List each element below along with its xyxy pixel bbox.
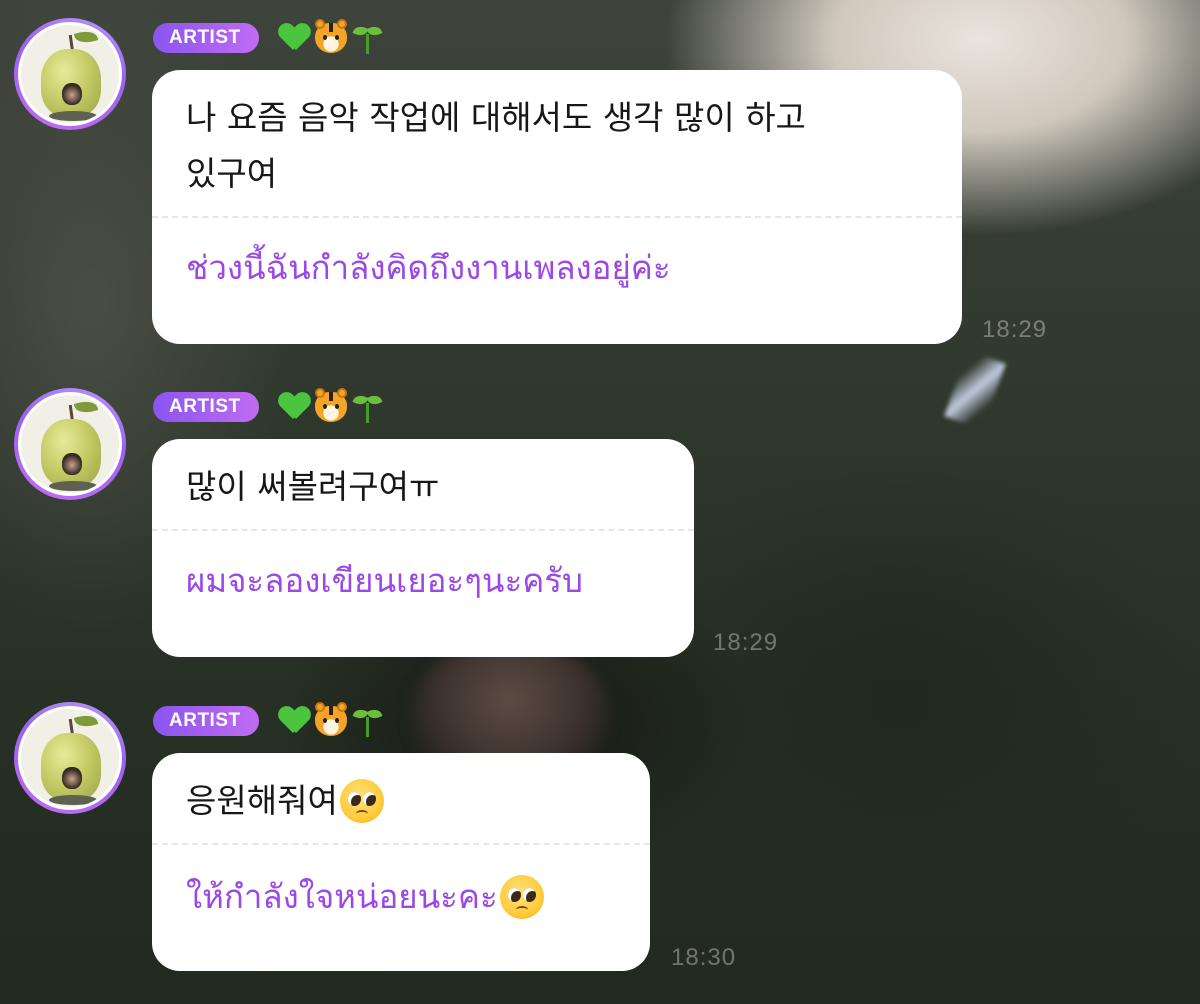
tiger-face-icon: [314, 388, 347, 422]
message-bubble[interactable]: 많이 써볼려구여ㅠ ผมจะลองเขียนเยอะๆนะครับ: [152, 439, 694, 657]
green-heart-icon: [279, 393, 309, 421]
original-text: 응원해줘여: [186, 773, 616, 843]
artist-avatar[interactable]: [14, 388, 126, 500]
seedling-icon: [352, 391, 383, 423]
message-timestamp: 18:29: [982, 316, 1048, 343]
pleading-face-icon: [499, 875, 544, 919]
translation-text-line: ให้กำลังใจหน่อยนะคะ: [186, 877, 498, 916]
translation-text: ผมจะลองเขียนเยอะๆนะครับ: [186, 561, 583, 600]
tiger-face-icon: [314, 19, 347, 53]
avatar-image: [18, 392, 122, 496]
tiger-face-icon: [314, 702, 347, 736]
original-text-line: 있구여: [186, 154, 278, 193]
green-heart-icon: [279, 24, 309, 52]
avatar-image: [18, 22, 122, 126]
seedling-icon: [352, 22, 383, 54]
original-text-line: 나 요즘 음악 작업에 대해서도 생각 많이 하고: [186, 98, 806, 137]
artist-badge: ARTIST: [153, 706, 259, 736]
translation-text: ช่วงนี้ฉันกำลังคิดถึงงานเพลงอยู่ค่ะ: [186, 248, 671, 287]
pleading-face-icon: [339, 779, 384, 823]
seedling-icon: [352, 705, 383, 737]
translation-text: ให้กำลังใจหน่อยนะคะ: [186, 845, 616, 919]
artist-badge: ARTIST: [153, 23, 259, 53]
sender-header: ARTIST: [153, 388, 383, 423]
original-text-line: 응원해줘여: [186, 781, 338, 820]
artist-avatar[interactable]: [14, 18, 126, 130]
original-text: 나 요즘 음악 작업에 대해서도 생각 많이 하고 있구여: [186, 90, 928, 216]
avatar-image: [18, 706, 122, 810]
message-timestamp: 18:29: [713, 629, 779, 656]
sender-header: ARTIST: [153, 19, 383, 54]
sender-header: ARTIST: [153, 702, 383, 737]
original-text: 많이 써볼려구여ㅠ: [186, 467, 440, 506]
message-bubble[interactable]: 응원해줘여 ให้กำลังใจหน่อยนะคะ: [152, 753, 650, 971]
message-timestamp: 18:30: [671, 944, 737, 971]
green-heart-icon: [279, 707, 309, 735]
message-bubble[interactable]: 나 요즘 음악 작업에 대해서도 생각 많이 하고 있구여 ช่วงนี้ฉัน…: [152, 70, 962, 344]
artist-avatar[interactable]: [14, 702, 126, 814]
artist-badge: ARTIST: [153, 392, 259, 422]
